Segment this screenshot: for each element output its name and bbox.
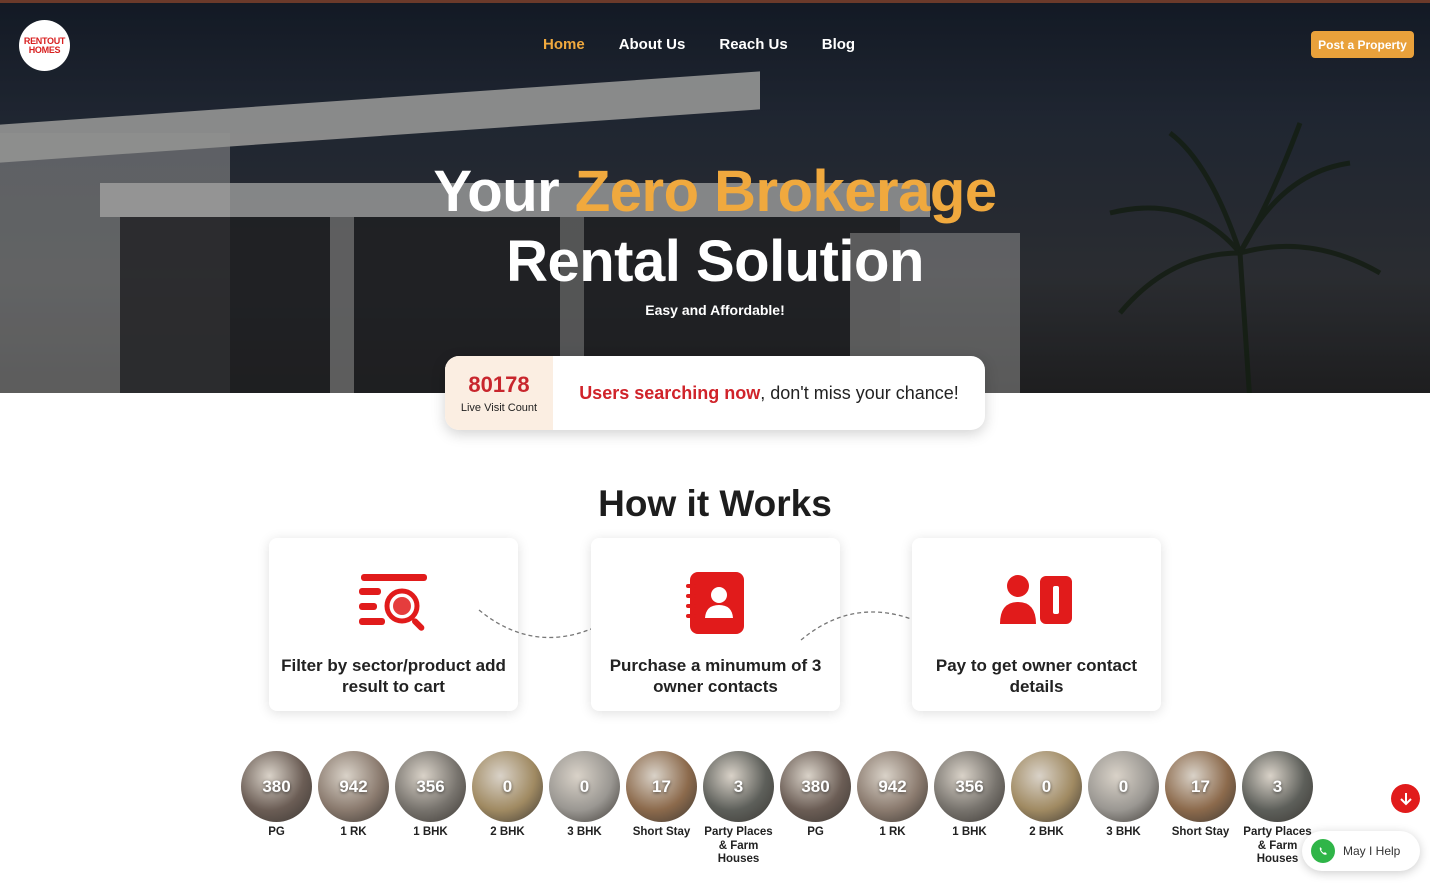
category-strip: 380 PG 942 1 RK 356 1 BHK 0 2 BHK 0 3 BHK 17 Short …: [238, 751, 1316, 867]
category-item[interactable]: 17 Short Stay: [623, 751, 700, 867]
category-item[interactable]: 0 2 BHK: [1008, 751, 1085, 867]
category-label: 2 BHK: [1029, 826, 1064, 838]
category-item[interactable]: 0 3 BHK: [1085, 751, 1162, 867]
filter-search-icon: [358, 574, 427, 631]
category-thumbnail: 942: [318, 751, 389, 822]
category-item[interactable]: 942 1 RK: [315, 751, 392, 867]
live-message-highlight: Users searching now: [579, 382, 761, 403]
category-thumbnail: 356: [395, 751, 466, 822]
category-thumbnail: 0: [472, 751, 543, 822]
category-thumbnail: 0: [1088, 751, 1159, 822]
category-thumbnail: 0: [549, 751, 620, 822]
live-count-box: 80178 Live Visit Count: [445, 356, 553, 430]
category-item[interactable]: 3 Party Places & Farm Houses: [700, 751, 777, 867]
live-message-rest: , don't miss your chance!: [760, 382, 959, 403]
contacts-book-icon: [685, 572, 744, 634]
category-thumbnail: 3: [703, 751, 774, 822]
category-item[interactable]: 356 1 BHK: [931, 751, 1008, 867]
nav-reach-us[interactable]: Reach Us: [719, 36, 787, 53]
whatsapp-icon: [1311, 839, 1335, 863]
step-text-pay: Pay to get owner contact details: [935, 656, 1138, 696]
category-item[interactable]: 17 Short Stay: [1162, 751, 1239, 867]
category-item[interactable]: 380 PG: [238, 751, 315, 867]
hero-tagline: Easy and Affordable!: [645, 302, 785, 318]
category-thumbnail: 380: [241, 751, 312, 822]
nav-home[interactable]: Home: [543, 36, 585, 53]
scroll-down-button[interactable]: [1391, 784, 1420, 813]
category-count: 942: [339, 776, 368, 796]
category-item[interactable]: 356 1 BHK: [392, 751, 469, 867]
hero-title-line1: Your Zero Brokerage: [0, 158, 1430, 225]
how-it-works-title: How it Works: [598, 483, 832, 524]
category-label: PG: [268, 826, 285, 838]
hero-title-line2: Rental Solution: [506, 229, 924, 294]
live-visit-count: 80178: [468, 372, 530, 397]
category-label: 2 BHK: [490, 826, 525, 838]
category-label: 1 RK: [879, 826, 906, 838]
category-thumbnail: 0: [1011, 751, 1082, 822]
step-card-pay: Pay to get owner contact details: [912, 538, 1161, 711]
category-thumbnail: 17: [1165, 751, 1236, 822]
live-visit-label: Live Visit Count: [460, 402, 538, 414]
nav-about-us[interactable]: About Us: [619, 36, 686, 53]
category-label: Party Places & Farm Houses: [704, 826, 773, 865]
category-count: 356: [955, 776, 984, 796]
category-count: 17: [652, 776, 671, 796]
category-count: 17: [1191, 776, 1210, 796]
hero-title-accent: Zero Brokerage: [574, 159, 997, 224]
category-count: 3: [733, 776, 744, 796]
owner-contact-icon: [999, 575, 1072, 624]
category-count: 380: [262, 776, 291, 796]
live-message: Users searching now, don't miss your cha…: [553, 356, 985, 430]
category-count: 0: [579, 776, 590, 796]
category-item[interactable]: 0 2 BHK: [469, 751, 546, 867]
main-nav: Home About Us Reach Us Blog: [543, 36, 855, 53]
category-thumbnail: 3: [1242, 751, 1313, 822]
step-text-purchase: Purchase a minumum of 3 owner contacts: [609, 656, 822, 696]
category-item[interactable]: 942 1 RK: [854, 751, 931, 867]
category-item[interactable]: 0 3 BHK: [546, 751, 623, 867]
step-text-filter: Filter by sector/product add result to c…: [281, 656, 506, 696]
hero-title-prefix: Your: [433, 159, 575, 224]
category-count: 0: [502, 776, 513, 796]
whatsapp-help-button[interactable]: May I Help: [1302, 831, 1420, 871]
post-property-button[interactable]: Post a Property: [1311, 31, 1414, 58]
category-count: 0: [1041, 776, 1052, 796]
category-label: 1 RK: [340, 826, 367, 838]
category-label: Short Stay: [632, 826, 691, 838]
logo-line2: HOMES: [28, 44, 61, 55]
category-label: 3 BHK: [567, 826, 602, 838]
category-label: 1 BHK: [952, 826, 987, 838]
category-thumbnail: 942: [857, 751, 928, 822]
nav-blog[interactable]: Blog: [822, 36, 855, 53]
category-item[interactable]: 380 PG: [777, 751, 854, 867]
category-label: PG: [807, 826, 824, 838]
category-thumbnail: 356: [934, 751, 1005, 822]
category-count: 0: [1118, 776, 1129, 796]
category-label: 1 BHK: [413, 826, 448, 838]
live-visit-card: 80178 Live Visit Count Users searching n…: [445, 356, 985, 430]
arrow-down-icon: [1399, 792, 1412, 805]
category-label: Short Stay: [1171, 826, 1230, 838]
category-count: 942: [878, 776, 907, 796]
category-count: 380: [801, 776, 830, 796]
category-thumbnail: 17: [626, 751, 697, 822]
category-count: 356: [416, 776, 445, 796]
help-label: May I Help: [1343, 844, 1401, 858]
category-label: 3 BHK: [1106, 826, 1141, 838]
category-count: 3: [1272, 776, 1283, 796]
category-thumbnail: 380: [780, 751, 851, 822]
site-logo[interactable]: RENTOUT HOMES: [19, 20, 70, 71]
